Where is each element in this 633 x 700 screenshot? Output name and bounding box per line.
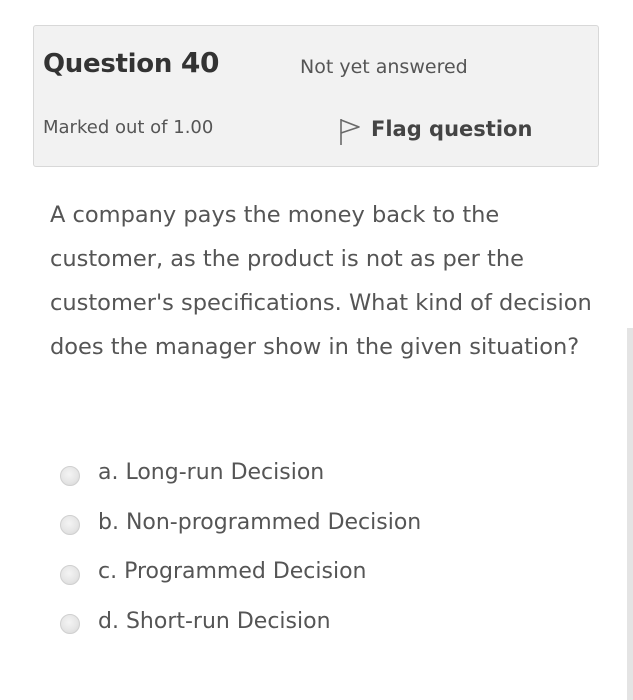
answer-option-d[interactable]: d. Short-run Decision	[60, 597, 580, 647]
flag-question-label: Flag question	[371, 117, 533, 141]
answer-option-c[interactable]: c. Programmed Decision	[60, 547, 580, 597]
answer-option-a[interactable]: a. Long-run Decision	[60, 448, 580, 498]
answer-label-b: b. Non-programmed Decision	[98, 509, 422, 535]
flag-question-button[interactable]: Flag question	[339, 112, 532, 146]
question-state: Not yet answered	[300, 56, 468, 78]
radio-button-a[interactable]	[60, 465, 80, 486]
question-grade: Marked out of 1.00	[43, 117, 214, 138]
radio-button-c[interactable]	[60, 564, 80, 585]
question-title: Question 40	[43, 46, 219, 79]
answer-label-d: d. Short-run Decision	[98, 608, 331, 634]
radio-button-b[interactable]	[60, 515, 80, 536]
question-number: 40	[180, 46, 220, 79]
question-info-box: Question 40 Not yet answered Marked out …	[33, 25, 599, 167]
flag-icon	[340, 119, 360, 145]
scrollbar[interactable]	[627, 328, 633, 700]
question-title-prefix: Question	[43, 49, 173, 79]
answer-list: a. Long-run Decision b. Non-programmed D…	[60, 448, 580, 646]
answer-label-c: c. Programmed Decision	[98, 559, 367, 585]
question-text: A company pays the money back to the cus…	[50, 202, 592, 360]
radio-button-d[interactable]	[60, 614, 80, 635]
answer-label-a: a. Long-run Decision	[98, 460, 325, 486]
answer-option-b[interactable]: b. Non-programmed Decision	[60, 498, 580, 548]
